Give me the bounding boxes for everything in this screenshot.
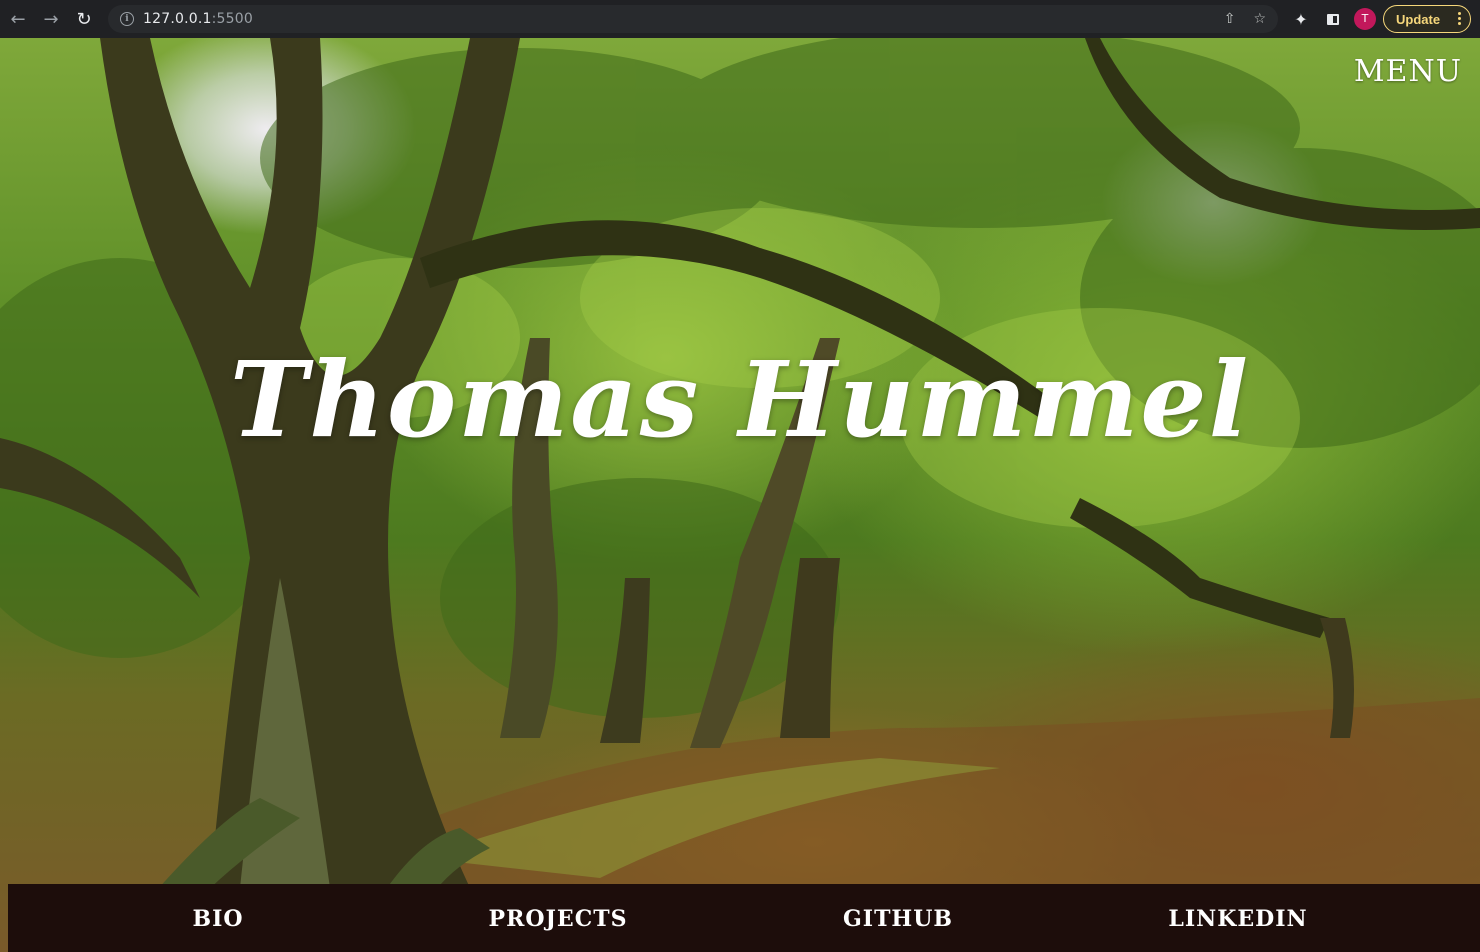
reload-button[interactable]: ↻ [69, 4, 99, 34]
url-port: :5500 [211, 11, 253, 27]
update-label: Update [1396, 11, 1441, 27]
arrow-right-icon: → [43, 8, 59, 30]
forest-background-image [0, 38, 1480, 952]
nav-link-linkedin[interactable]: LINKEDIN [1168, 906, 1307, 932]
arrow-left-icon: ← [10, 8, 26, 30]
avatar[interactable]: T [1354, 8, 1376, 30]
address-bar[interactable]: i 127.0.0.1:5500 ⇧ ☆ [108, 5, 1278, 33]
menu-button[interactable]: MENU [1354, 54, 1462, 89]
reload-icon: ↻ [76, 8, 92, 30]
kebab-menu-icon [1458, 12, 1461, 27]
page-viewport: MENU Thomas Hummel BIO PROJECTS GITHUB L… [0, 38, 1480, 952]
side-panel-icon[interactable] [1320, 4, 1346, 34]
update-button[interactable]: Update [1383, 5, 1471, 33]
page-title: Thomas Hummel [229, 338, 1251, 461]
url-text[interactable]: 127.0.0.1:5500 [143, 11, 253, 27]
back-button[interactable]: ← [3, 4, 33, 34]
share-icon[interactable]: ⇧ [1224, 11, 1236, 27]
nav-link-projects[interactable]: PROJECTS [489, 906, 628, 932]
url-host: 127.0.0.1 [143, 11, 212, 27]
nav-link-github[interactable]: GITHUB [843, 906, 953, 932]
info-icon[interactable]: i [120, 12, 134, 26]
forward-button[interactable]: → [36, 4, 66, 34]
nav-link-bio[interactable]: BIO [192, 906, 243, 932]
bottom-nav-bar: BIO PROJECTS GITHUB LINKEDIN [8, 884, 1480, 952]
browser-toolbar: ← → ↻ i 127.0.0.1:5500 ⇧ ☆ ✦ T Update [0, 0, 1480, 38]
puzzle-icon[interactable]: ✦ [1288, 4, 1314, 34]
star-icon[interactable]: ☆ [1253, 11, 1266, 27]
